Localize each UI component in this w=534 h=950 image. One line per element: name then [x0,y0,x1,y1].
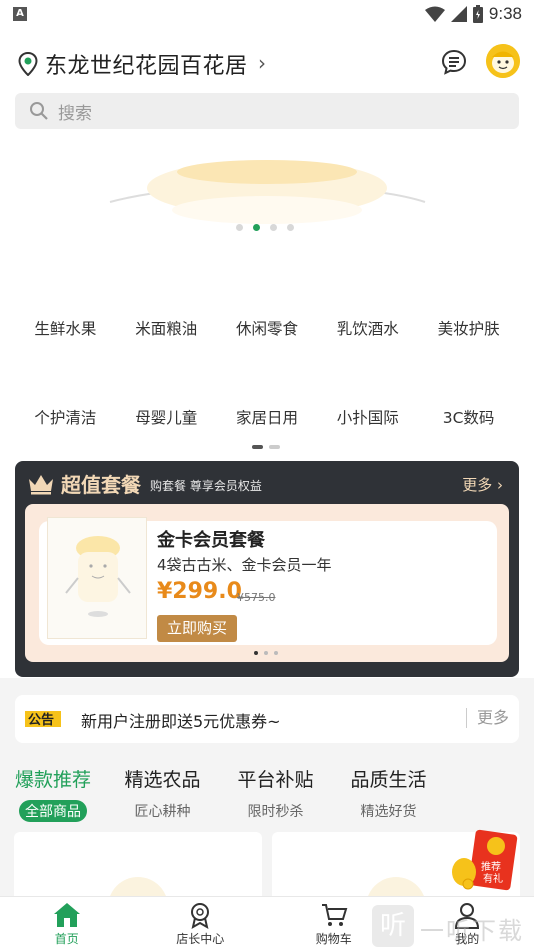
product-tabs: 爆款推荐 全部商品 精选农品 匠心耕种 平台补贴 限时秒杀 品质生活 精选好货 [0,760,534,828]
notice-badge-icon: 公告 [25,711,61,728]
package-subtitle: 购套餐 尊享会员权益 [150,479,262,493]
notice-badge-text: 公告 [28,712,54,728]
tab-subtitle: 匠心耕种 [134,804,191,820]
rice-bag-icon [65,536,131,617]
watermark-logo: 听 [372,905,414,947]
package-card[interactable]: 金卡会员套餐 4袋古古米、金卡会员一年 ¥299.0 ¥575.0 立即购买 [39,517,497,645]
notice-more-link[interactable]: 更多 [465,708,509,728]
package-dot [274,651,278,655]
tab-title: 精选农品 [124,769,201,791]
status-indicator: A [13,7,27,21]
category-item[interactable]: 休闲零食 [217,317,318,339]
promo-text-1: 推荐 [481,860,501,873]
package-dot-active [254,651,258,655]
package-price: ¥299.0 [157,579,242,604]
tab-subtitle: 限时秒杀 [247,804,304,820]
crown-icon [29,475,53,495]
tab-subtitle: 全部商品 [19,800,87,822]
referral-gift-icon[interactable]: 推荐 有礼 [450,828,520,892]
tab-title: 品质生活 [350,769,427,791]
tab-subtitle: 精选好货 [360,804,417,820]
page-indicator-active [252,445,263,449]
category-item[interactable]: 个护清洁 [15,406,116,428]
tab-quality[interactable]: 品质生活 精选好货 [332,760,445,828]
status-bar: A 9:38 [0,0,534,30]
banner-dot [270,224,277,231]
package-original-price: ¥575.0 [237,591,276,604]
tab-hot[interactable]: 爆款推荐 全部商品 [0,760,106,828]
package-section: 超值套餐 购套餐 尊享会员权益 更多 › 金卡会员套餐 4袋古古米、金卡会员一年… [15,461,519,677]
notice-bar[interactable]: 公告 新用户注册即送5元优惠券~ 更多 [15,695,519,743]
nav-manager[interactable]: 店长中心 [134,897,268,950]
search-icon [30,102,48,120]
status-time: 9:38 [488,4,522,23]
package-more-link[interactable]: 更多 › [462,474,503,495]
package-name: 金卡会员套餐 [157,530,265,551]
category-item[interactable]: 小扑国际 [317,406,418,428]
cart-icon [321,904,348,926]
wifi-icon [424,6,445,22]
tab-title: 爆款推荐 [14,769,91,791]
buy-now-button[interactable]: 立即购买 [157,615,237,642]
category-item[interactable]: 米面粮油 [116,317,217,339]
category-item[interactable]: 美妆护肤 [418,317,519,339]
package-pagination [254,651,278,655]
notice-text: 新用户注册即送5元优惠券~ [81,712,281,731]
signal-icon [450,6,467,22]
location-pin-icon[interactable] [18,52,38,76]
package-description: 4袋古古米、金卡会员一年 [157,556,332,574]
nav-home[interactable]: 首页 [0,897,134,950]
message-icon[interactable] [440,48,468,76]
category-item[interactable]: 乳饮酒水 [317,317,418,339]
nav-label: 店长中心 [176,932,225,946]
banner-pagination [236,224,294,231]
category-row: 生鲜水果 米面粮油 休闲零食 乳饮酒水 美妆护肤 [15,317,519,339]
tab-subsidy[interactable]: 平台补贴 限时秒杀 [219,760,332,828]
nav-label: 首页 [54,932,79,946]
search-input[interactable]: 搜索 [58,99,92,124]
chevron-right-icon[interactable]: › [258,51,266,75]
promo-text-2: 有礼 [483,872,503,885]
watermark: 听 一听下载 [372,905,532,949]
watermark-text: 一听下载 [420,917,524,945]
category-item[interactable]: 母婴儿童 [116,406,217,428]
banner-dot [287,224,294,231]
category-pagination [252,445,280,449]
header: 东龙世纪花园百花居 › [0,40,534,86]
status-icons: 9:38 [424,3,522,25]
banner-dot [236,224,243,231]
category-item[interactable]: 生鲜水果 [15,317,116,339]
badge-icon [191,903,210,929]
location-title[interactable]: 东龙世纪花园百花居 [45,48,248,80]
banner-dot-active [253,224,260,231]
mascot-icon [486,44,520,78]
package-dot [264,651,268,655]
category-item[interactable]: 家居日用 [217,406,318,428]
battery-icon [472,5,483,23]
avatar[interactable] [486,44,520,78]
category-row: 个护清洁 母婴儿童 家居日用 小扑国际 3C数码 [15,406,519,428]
home-icon [53,903,80,927]
search-bar[interactable]: 搜索 [15,93,519,129]
tab-title: 平台补贴 [237,769,314,791]
package-image [47,517,147,639]
page-indicator [269,445,280,449]
category-item[interactable]: 3C数码 [418,406,519,428]
tab-farm[interactable]: 精选农品 匠心耕种 [106,760,219,828]
package-title: 超值套餐 [61,473,141,497]
